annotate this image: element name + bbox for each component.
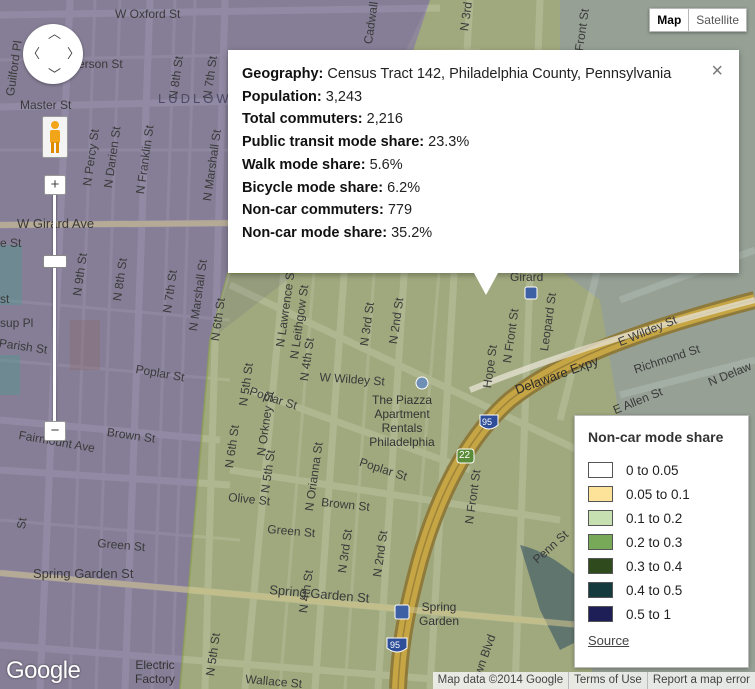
legend-item: 0.3 to 0.4 [588, 557, 682, 575]
district-label: LUDLOW [158, 91, 232, 106]
info-window-content: Geography: Census Tract 142, Philadelphi… [242, 63, 682, 245]
info-row-key: Total commuters: [242, 111, 363, 128]
legend-swatch [588, 510, 613, 526]
legend-label: 0 to 0.05 [626, 462, 679, 478]
terms-of-use-link[interactable]: Terms of Use [568, 672, 647, 689]
street-label: Master St [20, 98, 72, 112]
info-row-value: 5.6% [369, 156, 403, 173]
street-label: erson St [78, 57, 123, 71]
info-row-value: 6.2% [387, 179, 421, 196]
legend-item: 0.5 to 1 [588, 605, 671, 623]
pan-up-icon[interactable]: ︿ [48, 27, 61, 40]
street-label: st [0, 292, 10, 306]
source-link[interactable]: Source [588, 633, 629, 648]
legend-item: 0.1 to 0.2 [588, 509, 682, 527]
legend-swatch [588, 558, 613, 574]
highway-number: 95 [482, 417, 493, 427]
info-row-value: 2,216 [366, 111, 403, 128]
info-row-key: Public transit mode share: [242, 134, 425, 151]
zoom-slider-handle[interactable] [43, 255, 67, 268]
info-row-value: 23.3% [428, 134, 470, 151]
legend-swatch [588, 534, 613, 550]
legend-label: 0.5 to 1 [626, 606, 672, 622]
info-row-value: 779 [387, 202, 413, 219]
street-label: St [14, 516, 30, 530]
pan-down-icon[interactable]: ﹀ [48, 68, 61, 81]
info-row-key: Geography: [242, 66, 324, 82]
info-row: Non-car commuters: 779 [242, 199, 682, 222]
street-label: Spring Garden St [33, 566, 134, 581]
info-row: Bicycle mode share: 6.2% [242, 177, 682, 200]
info-row-key: Bicycle mode share: [242, 179, 384, 196]
map-type-control: Map Satellite [649, 8, 747, 32]
legend-title: Non-car mode share [588, 429, 724, 445]
info-row: Walk mode share: 5.6% [242, 154, 682, 177]
info-row-key: Non-car mode share: [242, 224, 388, 241]
info-window: × Geography: Census Tract 142, Philadelp… [228, 50, 739, 295]
info-row: Population: 3,243 [242, 86, 682, 109]
info-window-tail [474, 273, 498, 295]
street-label: e St [0, 236, 22, 250]
report-map-error-link[interactable]: Report a map error [646, 672, 755, 689]
map-legend: Non-car mode share 0 to 0.05 0.05 to 0.1 0… [574, 415, 749, 668]
legend-label: 0.1 to 0.2 [626, 510, 683, 526]
satellite-button[interactable]: Satellite [689, 8, 747, 32]
info-row-value: Census Tract 142, Philadelphia County, P… [327, 66, 672, 82]
poi-label: Electric Factory [134, 658, 175, 686]
info-row: Geography: Census Tract 142, Philadelphi… [242, 63, 682, 86]
street-label: sup Pl [0, 316, 34, 330]
zoom-out-button[interactable]: − [44, 421, 66, 441]
pan-left-icon[interactable]: 〈 [27, 47, 40, 60]
info-row: Public transit mode share: 23.3% [242, 131, 682, 154]
legend-label: 0.3 to 0.4 [626, 558, 683, 574]
info-row-key: Non-car commuters: [242, 202, 384, 219]
legend-label: 0.4 to 0.5 [626, 582, 683, 598]
info-row: Non-car mode share: 35.2% [242, 222, 682, 245]
info-row-value: 35.2% [391, 224, 433, 241]
info-row-key: Walk mode share: [242, 156, 366, 173]
legend-swatch [588, 606, 613, 622]
legend-swatch [588, 486, 613, 502]
poi-label: Spring Garden [418, 600, 460, 628]
poi-label: The Piazza Apartment Rentals Philadelphi… [369, 393, 435, 449]
legend-item: 0.2 to 0.3 [588, 533, 682, 551]
legend-label: 0.05 to 0.1 [626, 486, 690, 502]
map-footer: Map data ©2014 Google Terms of Use Repor… [432, 672, 755, 689]
pegman-icon[interactable] [42, 116, 68, 158]
legend-item: 0.4 to 0.5 [588, 581, 682, 599]
legend-item: 0.05 to 0.1 [588, 485, 690, 503]
legend-item: 0 to 0.05 [588, 461, 679, 479]
map-data-attribution: Map data ©2014 Google [437, 674, 564, 686]
google-logo[interactable]: Google [6, 657, 81, 685]
highway-number: 95 [390, 640, 401, 650]
info-row: Total commuters: 2,216 [242, 108, 682, 131]
zoom-slider-track[interactable] [53, 190, 56, 426]
legend-swatch [588, 582, 613, 598]
highway-number: 22 [459, 450, 471, 461]
pan-right-icon[interactable]: 〉 [67, 47, 80, 60]
info-row-key: Population: [242, 88, 322, 105]
pan-control[interactable]: ︿ ﹀ 〈 〉 [23, 24, 83, 84]
zoom-in-button[interactable]: + [44, 175, 66, 195]
info-row-value: 3,243 [325, 88, 363, 105]
legend-swatch [588, 462, 613, 478]
legend-label: 0.2 to 0.3 [626, 534, 683, 550]
street-label: W Oxford St [115, 7, 181, 21]
close-icon[interactable]: × [711, 61, 723, 81]
map-button[interactable]: Map [649, 8, 690, 32]
